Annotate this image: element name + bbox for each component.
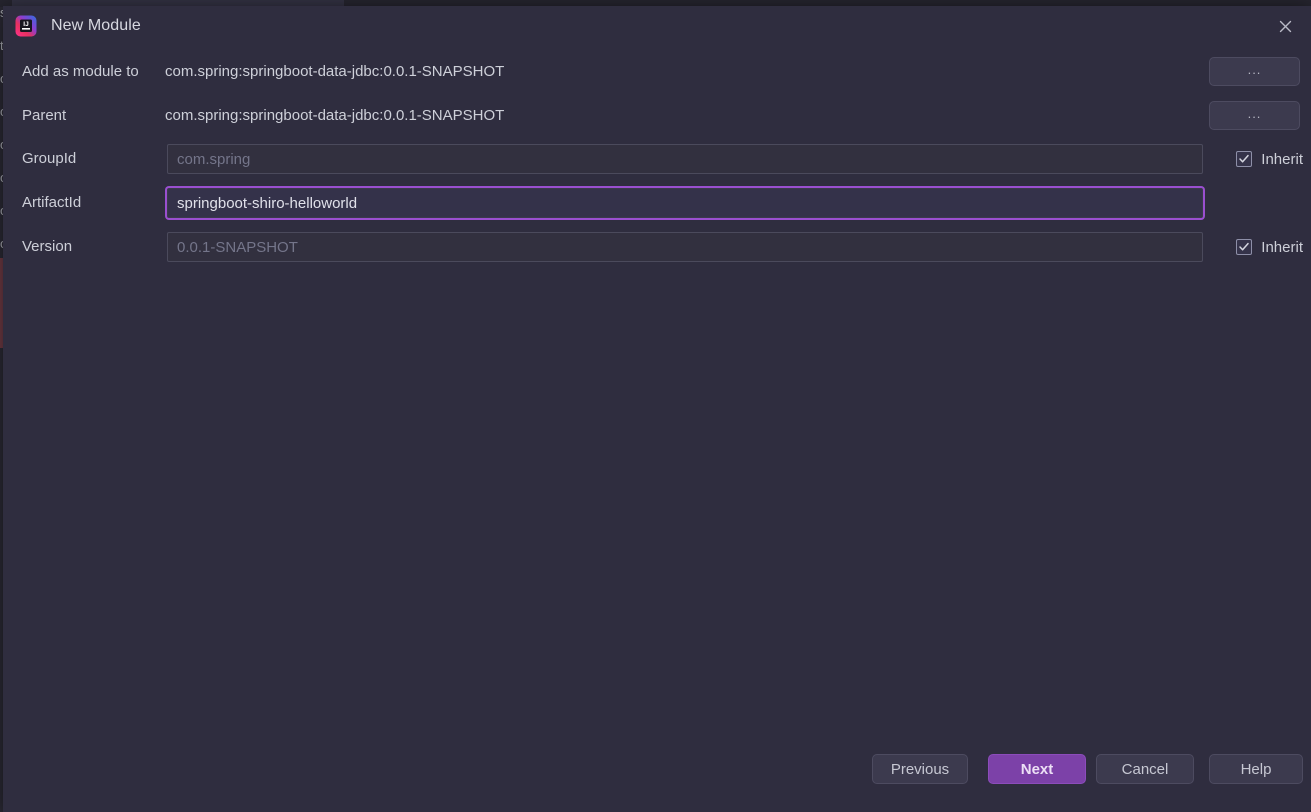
label-add-as-module-to: Add as module to	[22, 63, 139, 80]
group-id-inherit-checkbox[interactable]: Inherit	[1236, 144, 1303, 174]
checkbox-icon	[1236, 239, 1253, 255]
version-input[interactable]	[167, 232, 1203, 262]
next-button[interactable]: Next	[988, 754, 1086, 784]
dialog-title: New Module	[51, 17, 141, 34]
row-parent: Parent com.spring:springboot-data-jdbc:0…	[3, 101, 1311, 131]
intellij-idea-icon: IJ	[15, 15, 37, 37]
svg-text:IJ: IJ	[23, 21, 29, 28]
new-module-dialog: IJ New Module Add as module to com.sprin…	[3, 6, 1311, 812]
row-artifact-id: ArtifactId	[3, 188, 1311, 218]
artifact-id-input[interactable]	[167, 188, 1203, 218]
group-id-input[interactable]	[167, 144, 1203, 174]
label-version: Version	[22, 238, 73, 255]
browse-parent-button[interactable]: ...	[1209, 101, 1300, 130]
label-parent: Parent	[22, 107, 67, 124]
dialog-footer: Previous Next Cancel Help	[3, 742, 1311, 812]
close-icon[interactable]	[1265, 10, 1305, 42]
label-artifact-id: ArtifactId	[22, 194, 82, 211]
value-parent: com.spring:springboot-data-jdbc:0.0.1-SN…	[165, 107, 505, 124]
help-button[interactable]: Help	[1209, 754, 1303, 784]
value-add-as-module-to: com.spring:springboot-data-jdbc:0.0.1-SN…	[165, 63, 505, 80]
version-inherit-label: Inherit	[1261, 238, 1303, 256]
checkbox-icon	[1236, 151, 1253, 167]
browse-add-as-module-to-button[interactable]: ...	[1209, 57, 1300, 86]
row-add-as-module-to: Add as module to com.spring:springboot-d…	[3, 57, 1311, 87]
group-id-inherit-label: Inherit	[1261, 150, 1303, 168]
row-version: Version Inherit	[3, 232, 1311, 262]
previous-button[interactable]: Previous	[872, 754, 968, 784]
label-group-id: GroupId	[22, 150, 77, 167]
dialog-titlebar: IJ New Module	[3, 6, 1311, 46]
cancel-button[interactable]: Cancel	[1096, 754, 1194, 784]
version-inherit-checkbox[interactable]: Inherit	[1236, 232, 1303, 262]
row-group-id: GroupId Inherit	[3, 144, 1311, 174]
